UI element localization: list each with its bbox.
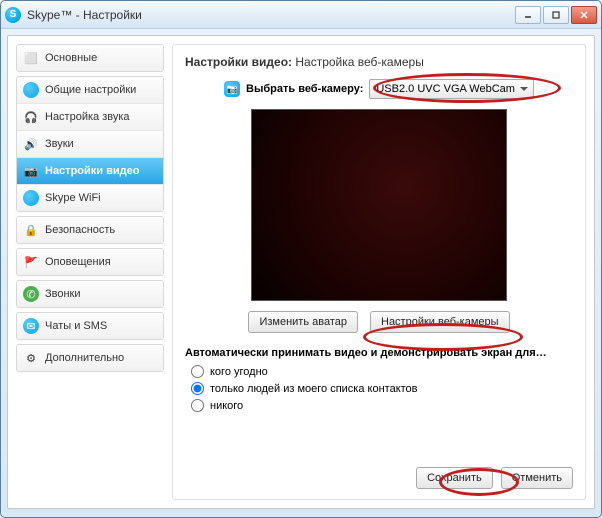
phone-icon: ✆ bbox=[23, 286, 39, 302]
titlebar[interactable]: Skype™ - Настройки bbox=[1, 1, 601, 29]
camera-select-icon bbox=[224, 81, 240, 97]
sidebar-item-label: Настройки видео bbox=[45, 165, 139, 177]
sidebar-item-label: Звонки bbox=[45, 288, 81, 300]
sidebar-item-label: Skype WiFi bbox=[45, 192, 101, 204]
chat-icon: ✉ bbox=[23, 318, 39, 334]
sidebar-item-security[interactable]: 🔒 Безопасность bbox=[17, 217, 163, 243]
sidebar-item-label: Звуки bbox=[45, 138, 74, 150]
minimize-button[interactable] bbox=[515, 6, 541, 24]
maximize-button[interactable] bbox=[543, 6, 569, 24]
sidebar-item-video[interactable]: 📷 Настройки видео bbox=[17, 157, 163, 184]
radio-noone-input[interactable] bbox=[191, 399, 204, 412]
auto-receive-radios: кого угодно только людей из моего списка… bbox=[191, 365, 573, 412]
content-header-bold: Настройки видео: bbox=[185, 55, 292, 69]
skype-app-icon bbox=[5, 7, 21, 23]
camera-select-row: Выбрать веб-камеру: USB2.0 UVC VGA WebCa… bbox=[185, 79, 573, 99]
camera-select-label: Выбрать веб-камеру: bbox=[246, 83, 363, 95]
sidebar-item-calls[interactable]: ✆ Звонки bbox=[17, 281, 163, 307]
webcam-preview bbox=[251, 109, 507, 301]
change-avatar-button[interactable]: Изменить аватар bbox=[248, 311, 358, 333]
sidebar-item-label: Общие настройки bbox=[45, 84, 136, 96]
radio-contacts-label: только людей из моего списка контактов bbox=[210, 383, 418, 395]
radio-anyone[interactable]: кого угодно bbox=[191, 365, 573, 378]
speaker-icon: 🔊 bbox=[23, 136, 39, 152]
sidebar-item-general[interactable]: ⬜ Основные bbox=[17, 45, 163, 71]
gear-icon: ⚙ bbox=[23, 350, 39, 366]
sidebar-item-label: Чаты и SMS bbox=[45, 320, 107, 332]
radio-contacts-input[interactable] bbox=[191, 382, 204, 395]
preview-button-row: Изменить аватар Настройки веб-камеры bbox=[185, 311, 573, 333]
sidebar-item-label: Настройка звука bbox=[45, 111, 130, 123]
radio-noone-label: никого bbox=[210, 400, 243, 412]
content-panel: Настройки видео: Настройка веб-камеры Вы… bbox=[172, 44, 586, 500]
sidebar-item-label: Дополнительно bbox=[45, 352, 124, 364]
sidebar-item-general-settings[interactable]: Общие настройки bbox=[17, 77, 163, 103]
radio-noone[interactable]: никого bbox=[191, 399, 573, 412]
camera-dropdown-value: USB2.0 UVC VGA WebCam bbox=[376, 83, 515, 95]
webcam-settings-button[interactable]: Настройки веб-камеры bbox=[370, 311, 510, 333]
radio-contacts[interactable]: только людей из моего списка контактов bbox=[191, 382, 573, 395]
flag-icon: 🚩 bbox=[23, 254, 39, 270]
wifi-icon bbox=[23, 190, 39, 206]
save-button[interactable]: Сохранить bbox=[416, 467, 493, 489]
sidebar-item-label: Безопасность bbox=[45, 224, 115, 236]
sidebar-item-label: Оповещения bbox=[45, 256, 111, 268]
close-button[interactable] bbox=[571, 6, 597, 24]
sidebar-item-sounds[interactable]: 🔊 Звуки bbox=[17, 130, 163, 157]
radio-anyone-label: кого угодно bbox=[210, 366, 268, 378]
sidebar-item-chats[interactable]: ✉ Чаты и SMS bbox=[17, 313, 163, 339]
radio-anyone-input[interactable] bbox=[191, 365, 204, 378]
content-header-sub: Настройка веб-камеры bbox=[295, 55, 423, 69]
skype-icon bbox=[23, 82, 39, 98]
sidebar-item-notifications[interactable]: 🚩 Оповещения bbox=[17, 249, 163, 275]
lock-icon: 🔒 bbox=[23, 222, 39, 238]
headset-icon: 🎧 bbox=[23, 109, 39, 125]
camera-dropdown[interactable]: USB2.0 UVC VGA WebCam bbox=[369, 79, 534, 99]
cancel-button[interactable]: Отменить bbox=[501, 467, 573, 489]
window-controls bbox=[515, 6, 597, 24]
auto-receive-heading: Автоматически принимать видео и демонстр… bbox=[185, 347, 573, 359]
general-icon: ⬜ bbox=[23, 50, 39, 66]
settings-sidebar: ⬜ Основные Общие настройки 🎧 Настройка з… bbox=[16, 44, 164, 500]
sidebar-item-wifi[interactable]: Skype WiFi bbox=[17, 184, 163, 211]
sidebar-item-advanced[interactable]: ⚙ Дополнительно bbox=[17, 345, 163, 371]
client-area: ⬜ Основные Общие настройки 🎧 Настройка з… bbox=[7, 35, 595, 509]
dialog-footer-buttons: Сохранить Отменить bbox=[416, 467, 573, 489]
sidebar-item-audio[interactable]: 🎧 Настройка звука bbox=[17, 103, 163, 130]
settings-window: Skype™ - Настройки ⬜ Основные Общие наст… bbox=[0, 0, 602, 518]
sidebar-item-label: Основные bbox=[45, 52, 97, 64]
window-title: Skype™ - Настройки bbox=[27, 8, 515, 22]
content-header: Настройки видео: Настройка веб-камеры bbox=[185, 55, 573, 69]
camera-icon: 📷 bbox=[23, 163, 39, 179]
